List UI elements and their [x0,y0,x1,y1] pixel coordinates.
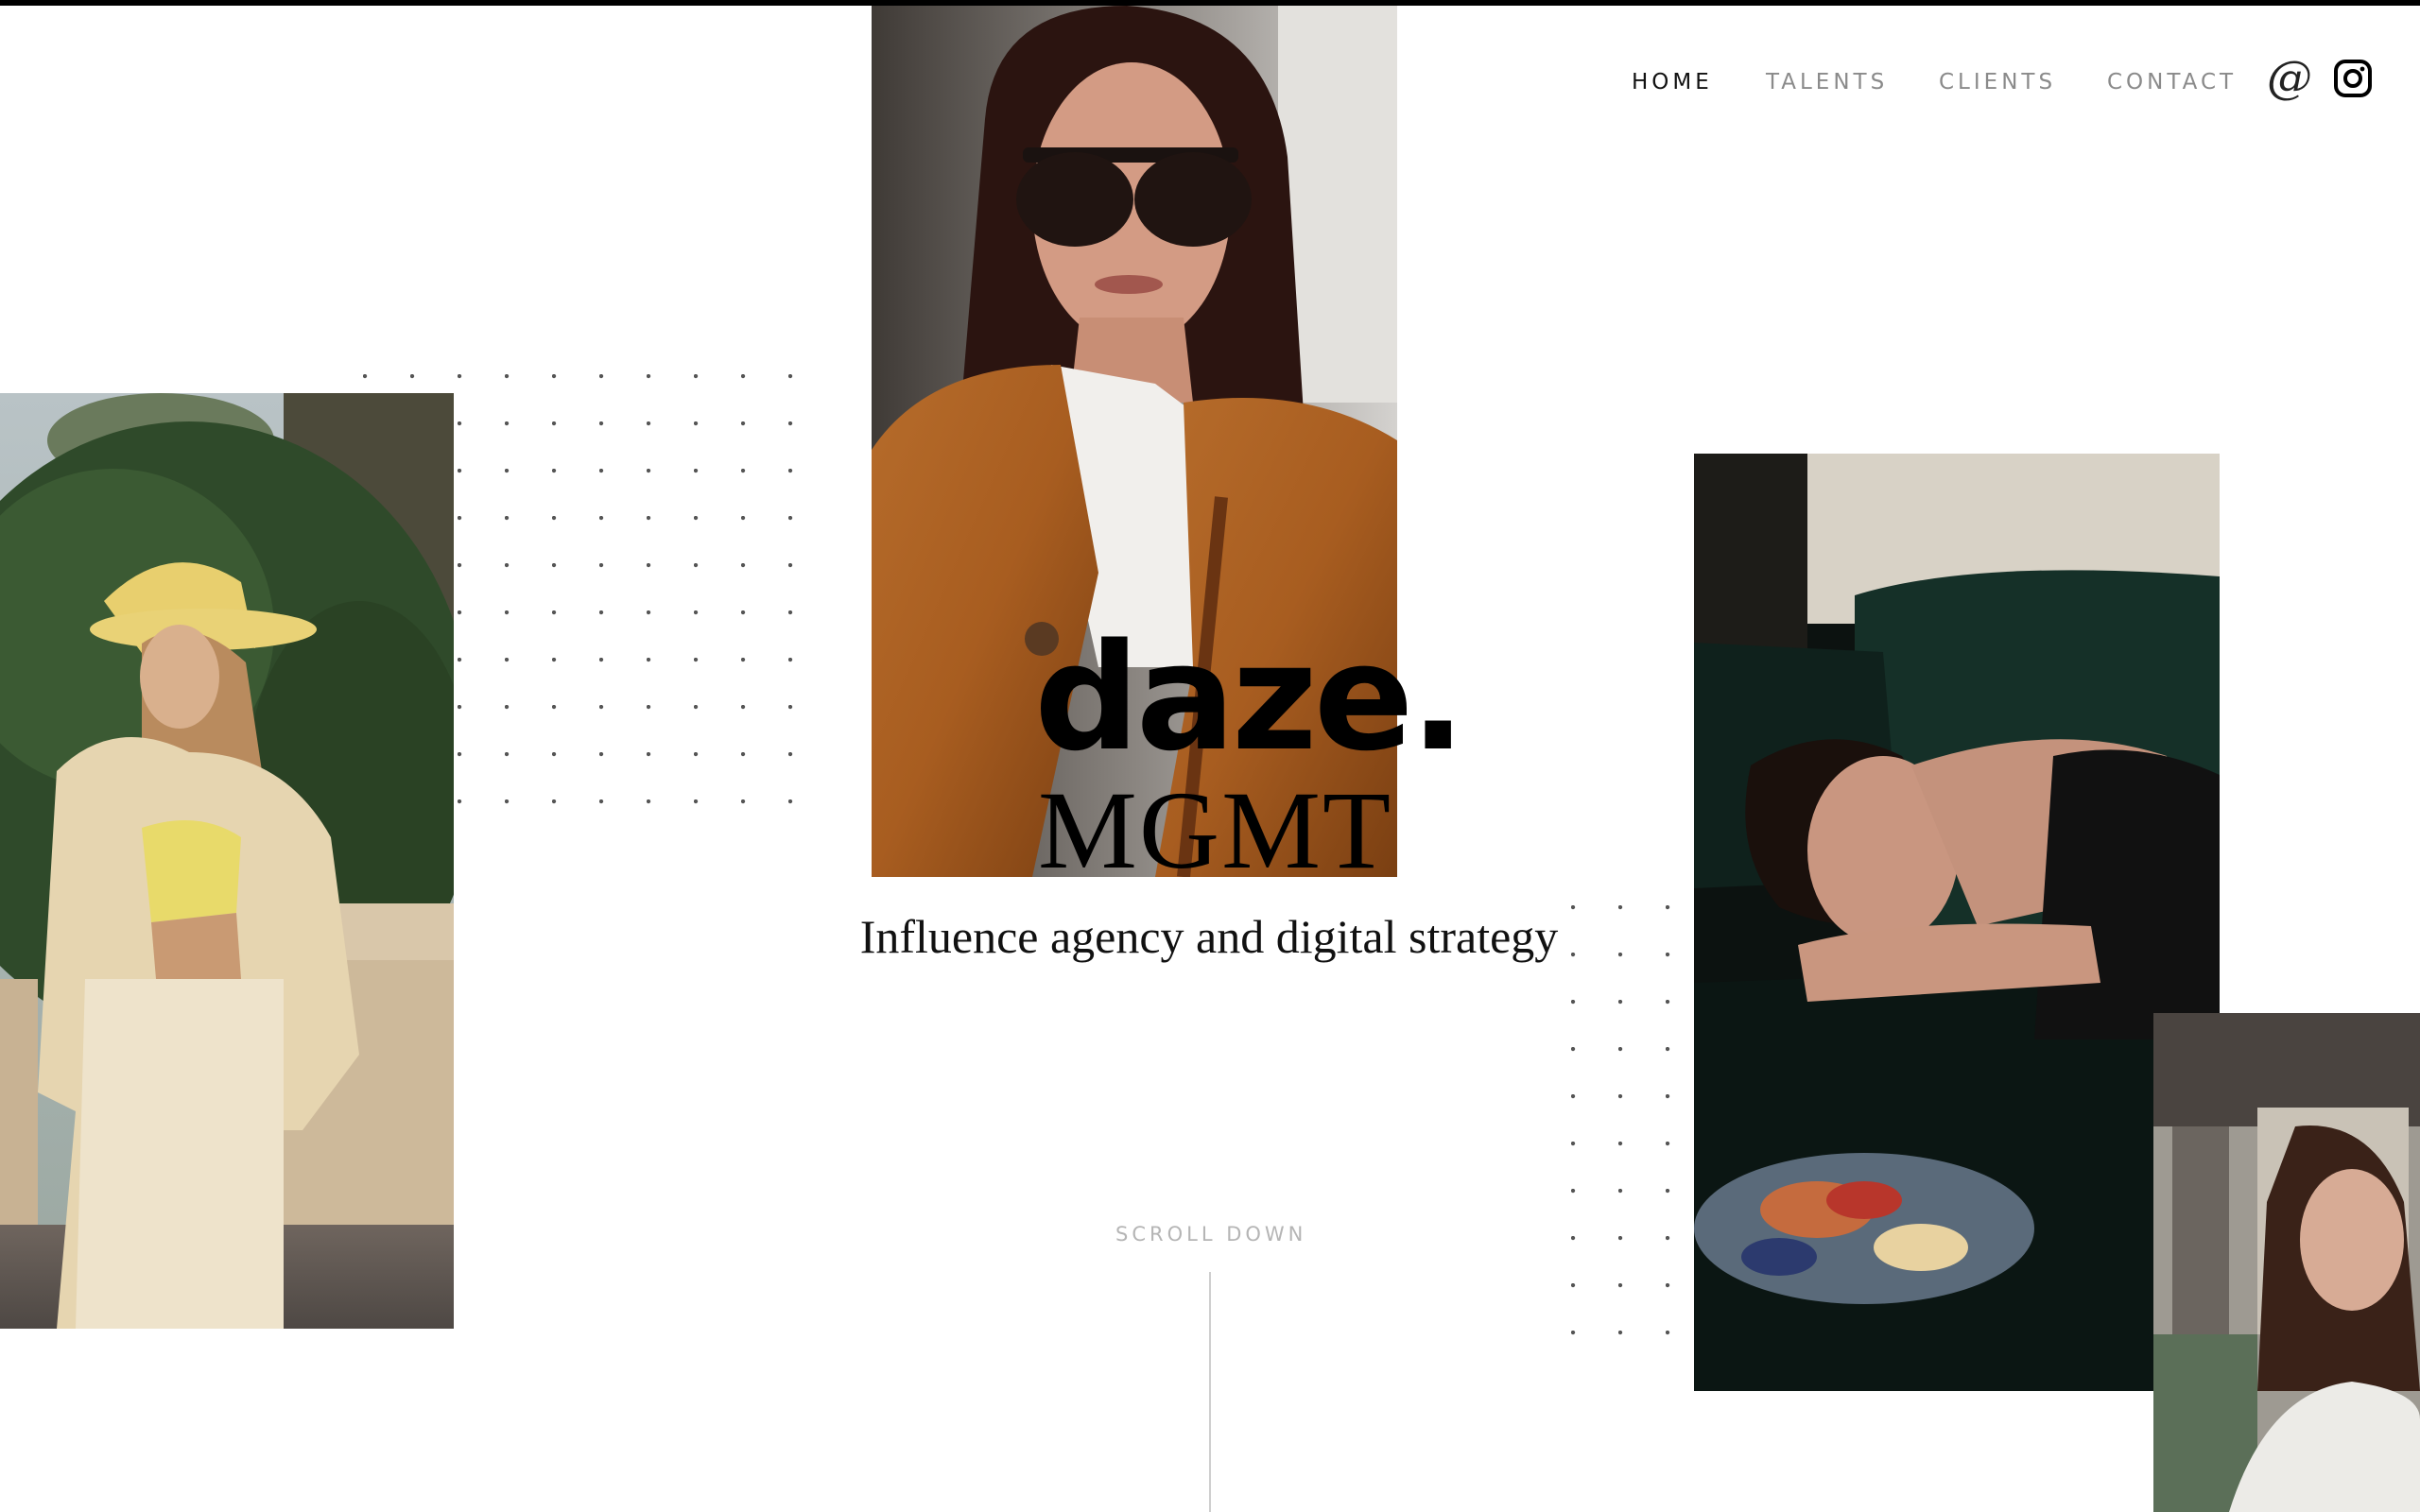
dot-grid-right [1567,902,1681,1336]
tagline-text: Influence agency and digital strategy [859,910,1559,963]
nav-home[interactable]: HOME [1632,70,1713,94]
at-sign-icon[interactable]: @ [2267,53,2312,102]
instagram-icon[interactable] [2333,59,2373,98]
nav-contact[interactable]: CONTACT [2107,70,2237,94]
photo-yellow-cap [0,393,454,1329]
tagline: Influence agency and digital strategy [0,909,2420,964]
nav-talents[interactable]: TALENTS [1766,70,1888,94]
scroll-line [1209,1272,1211,1512]
nav-clients[interactable]: CLIENTS [1939,70,2056,94]
scroll-down-label[interactable]: SCROLL DOWN [1115,1223,1306,1246]
logo-mgmt: MGMT [1038,768,1393,892]
photo-street [2153,1013,2420,1512]
logo-daze: daze. [1034,611,1466,783]
